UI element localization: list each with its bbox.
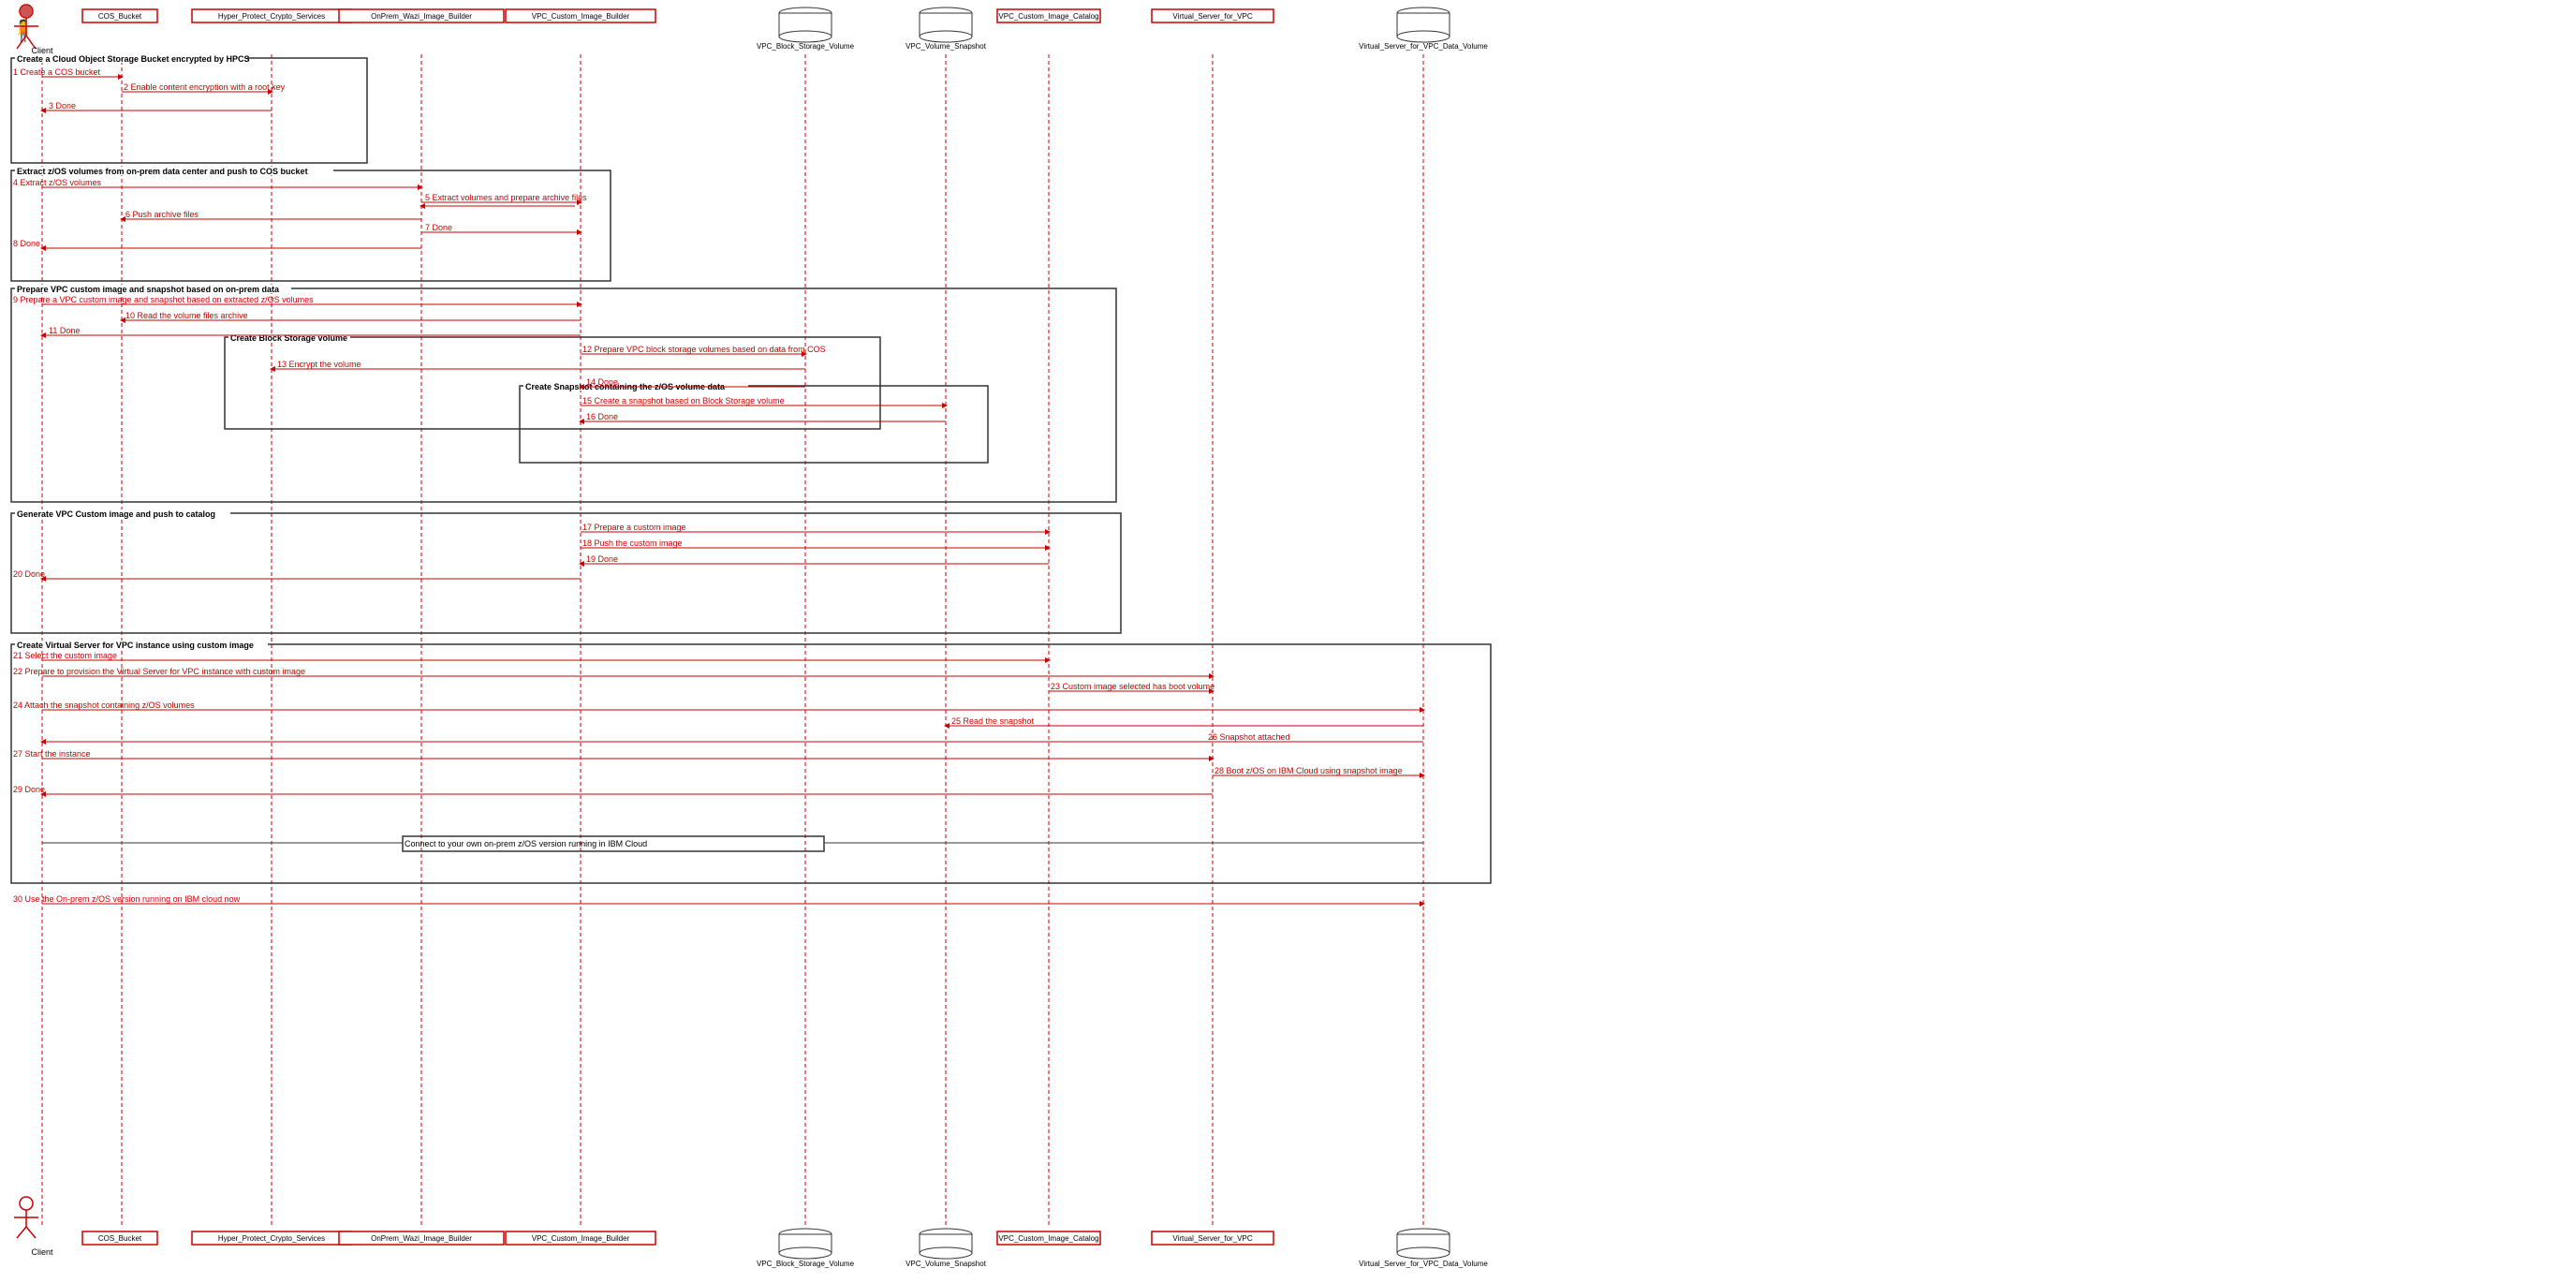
svg-text:10 Read the volume files archi: 10 Read the volume files archive [125,311,248,320]
svg-text:16 Done: 16 Done [586,412,618,421]
svg-text:25 Read the snapshot: 25 Read the snapshot [951,716,1035,726]
svg-text:18 Push the custom image: 18 Push the custom image [582,538,683,548]
svg-text:COS_Bucket: COS_Bucket [98,12,142,21]
svg-text:14 Done: 14 Done [586,377,618,387]
svg-text:30 Use the On-prem z/OS versio: 30 Use the On-prem z/OS version running … [13,894,241,904]
svg-text:21 Select the custom image: 21 Select the custom image [13,651,117,660]
svg-text:13 Encrypt the volume: 13 Encrypt the volume [277,360,361,369]
svg-text:29 Done: 29 Done [13,785,45,794]
section1-title: Create a Cloud Object Storage Bucket enc… [17,54,250,64]
svg-text:Generate VPC Custom image and: Generate VPC Custom image and push to ca… [17,509,215,519]
svg-text:VPC_Custom_Image_Catalog: VPC_Custom_Image_Catalog [998,1234,1098,1243]
svg-text:Virtual_Server_for_VPC_Data_Vo: Virtual_Server_for_VPC_Data_Volume [1359,1260,1488,1268]
svg-text:OnPrem_Wazi_Image_Builder: OnPrem_Wazi_Image_Builder [371,1234,472,1243]
svg-text:COS_Bucket: COS_Bucket [98,1234,142,1243]
svg-text:26 Snapshot attached: 26 Snapshot attached [1208,732,1290,742]
svg-text:4 Extract z/OS volumes: 4 Extract z/OS volumes [13,178,102,187]
svg-text:Connect to your own on-prem z/: Connect to your own on-prem z/OS version… [405,839,647,848]
svg-text:Prepare VPC custom image and s: Prepare VPC custom image and snapshot ba… [17,285,280,294]
svg-text:3 Done: 3 Done [49,101,76,111]
svg-text:2 Enable content encryption wi: 2 Enable content encryption with a root … [124,82,286,92]
svg-text:17 Prepare a custom image: 17 Prepare a custom image [582,523,686,532]
svg-text:Create Virtual Server for VPC: Create Virtual Server for VPC instance u… [17,641,254,650]
svg-text:27 Start the instance: 27 Start the instance [13,749,91,759]
svg-text:VPC_Custom_Image_Catalog: VPC_Custom_Image_Catalog [998,12,1098,21]
svg-text:Virtual_Server_for_VPC: Virtual_Server_for_VPC [1172,12,1252,21]
svg-text:VPC_Custom_Image_Builder: VPC_Custom_Image_Builder [532,12,630,21]
svg-text:15 Create a snapshot based on: 15 Create a snapshot based on Block Stor… [582,396,785,406]
svg-text:7 Done: 7 Done [425,223,452,232]
svg-text:Extract z/OS volumes from on-p: Extract z/OS volumes from on-prem data c… [17,167,308,176]
svg-text:12 Prepare VPC block storage v: 12 Prepare VPC block storage volumes bas… [582,345,826,354]
svg-text:VPC_Block_Storage_Volume: VPC_Block_Storage_Volume [757,1260,855,1268]
svg-text:5 Extract volumes and prepare: 5 Extract volumes and prepare archive fi… [425,193,587,202]
svg-text:VPC_Volume_Snapshot: VPC_Volume_Snapshot [905,42,987,51]
svg-text:22 Prepare to provision the Vi: 22 Prepare to provision the Virtual Serv… [13,667,305,676]
svg-text:Virtual_Server_for_VPC_Data_Vo: Virtual_Server_for_VPC_Data_Volume [1359,42,1488,51]
svg-text:11 Done: 11 Done [49,326,80,335]
svg-text:28 Boot z/OS on IBM Cloud usin: 28 Boot z/OS on IBM Cloud using snapshot… [1214,766,1403,775]
svg-text:24 Attach the snapshot contain: 24 Attach the snapshot containing z/OS v… [13,700,195,710]
svg-text:1 Create a COS bucket: 1 Create a COS bucket [13,67,101,77]
svg-text:Virtual_Server_for_VPC: Virtual_Server_for_VPC [1172,1234,1252,1243]
svg-text:Client: Client [31,1247,53,1257]
svg-text:20 Done: 20 Done [13,569,45,579]
svg-text:9 Prepare a VPC custom image a: 9 Prepare a VPC custom image and snapsho… [13,295,314,304]
svg-text:VPC_Block_Storage_Volume: VPC_Block_Storage_Volume [757,42,855,51]
svg-text:6 Push archive files: 6 Push archive files [125,210,199,219]
svg-text:19 Done: 19 Done [586,554,618,564]
svg-text:8 Done: 8 Done [13,239,40,248]
svg-text:VPC_Custom_Image_Builder: VPC_Custom_Image_Builder [532,1234,630,1243]
sequence-diagram: Create a Cloud Object Storage Bucket enc… [0,0,2576,1283]
client-label: Client [31,46,53,55]
svg-text:23 Custom image selected has b: 23 Custom image selected has boot volume [1051,682,1214,691]
svg-text:Hyper_Protect_Crypto_Services: Hyper_Protect_Crypto_Services [218,12,325,21]
svg-text:Hyper_Protect_Crypto_Services: Hyper_Protect_Crypto_Services [218,1234,325,1243]
svg-text:OnPrem_Wazi_Image_Builder: OnPrem_Wazi_Image_Builder [371,12,472,21]
svg-text:VPC_Volume_Snapshot: VPC_Volume_Snapshot [905,1260,987,1268]
